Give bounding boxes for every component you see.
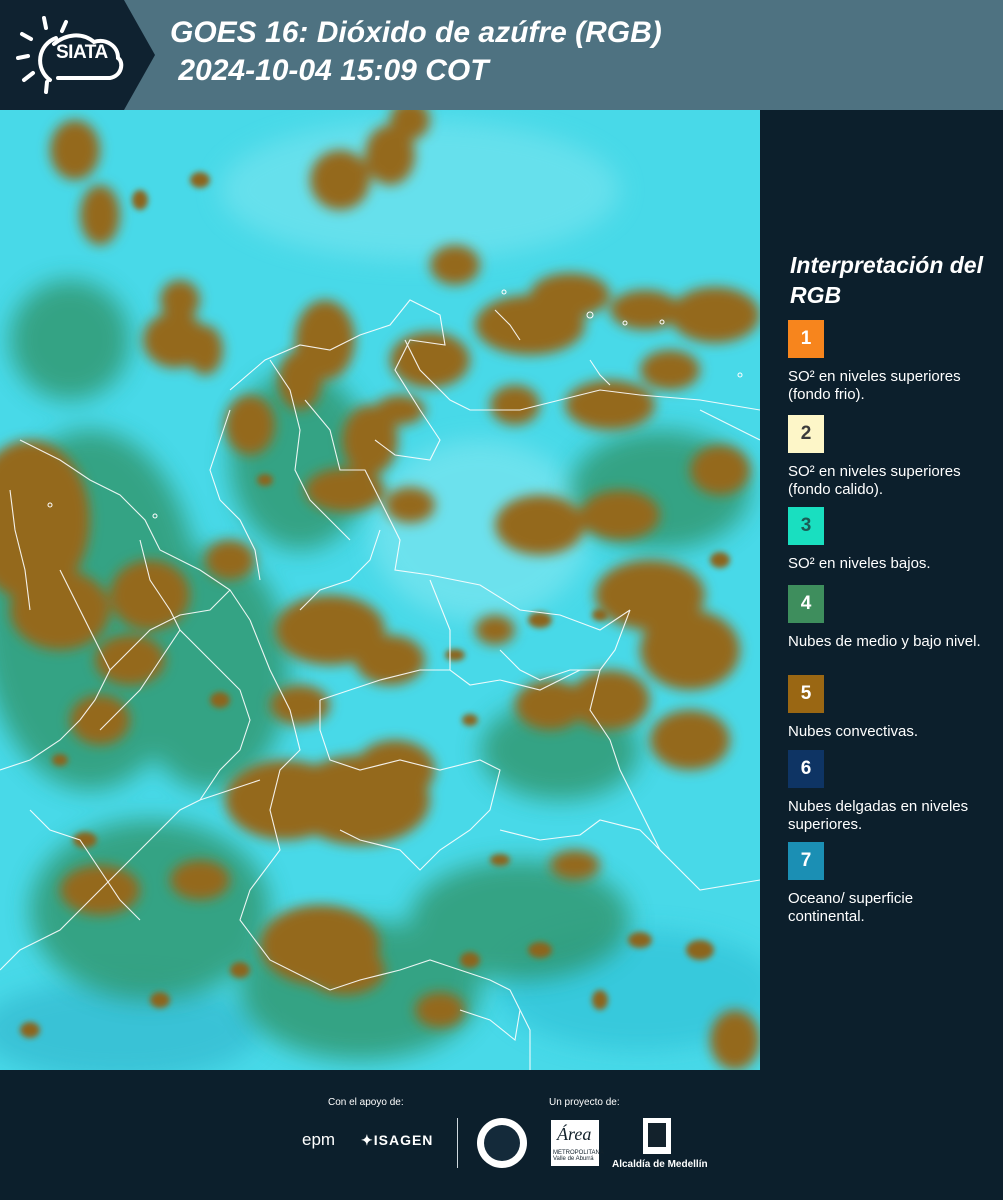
legend-swatch: 2 [788,415,824,453]
legend-item-7: 7 Oceano/ superficie continental. [788,842,993,928]
convective-cloud [530,273,610,317]
convective-cloud [230,962,250,978]
page-title: GOES 16: Dióxido de azúfre (RGB) 2024-10… [170,16,662,87]
convective-cloud [305,945,385,995]
legend-swatch: 6 [788,750,824,788]
legend-swatch: 1 [788,320,824,358]
convective-cloud [50,120,100,180]
convective-cloud [225,395,275,455]
convective-cloud [210,692,230,708]
satellite-map[interactable] [0,110,760,1070]
convective-cloud [460,952,480,968]
convective-cloud [670,287,760,343]
convective-cloud [187,325,223,375]
convective-cloud [565,380,655,430]
convective-cloud [640,610,740,690]
convective-cloud [310,150,370,210]
legend-panel: Interpretación del RGB 1 SO² en niveles s… [760,110,1003,1070]
convective-cloud [70,695,130,745]
convective-cloud [385,487,435,523]
convective-cloud [475,615,515,645]
legend-item-6: 6 Nubes delgadas en niveles superiores. [788,750,993,836]
siata-logo[interactable]: SIATA [0,0,155,110]
convective-cloud [495,495,585,555]
convective-cloud [205,540,255,580]
convective-cloud [20,1022,40,1038]
legend-item-5: 5 Nubes convectivas. [788,675,993,761]
convective-cloud [528,942,552,958]
medellin-seal-icon[interactable] [477,1118,527,1168]
convective-cloud [190,172,210,188]
convective-cloud [490,385,540,425]
convective-cloud [690,445,750,495]
convective-cloud [628,932,652,948]
convective-cloud [375,395,425,425]
convective-cloud [10,570,110,650]
area-metropolitana-logo[interactable]: Área METROPOLITANA Valle de Aburrá [551,1120,604,1166]
convective-cloud [592,609,608,621]
legend-label: SO² en niveles superiores (fondo calido)… [788,463,961,498]
logo-text: SIATA [56,42,108,63]
legend-item-1: 1 SO² en niveles superiores (fondo frio). [788,320,993,406]
convective-cloud [170,860,230,900]
legend-swatch: 3 [788,507,824,545]
convective-cloud [462,714,478,726]
legend-label: Nubes delgadas en niveles superiores. [788,798,969,833]
legend-swatch: 4 [788,585,824,623]
legend-label: Oceano/ superficie continental. [788,890,914,925]
legend-title: Interpretación del RGB [790,252,983,308]
convective-cloud [650,710,730,770]
convective-cloud [270,685,330,725]
convective-cloud [257,474,273,486]
footer: Con el apoyo de: Un proyecto de: epm ✦IS… [0,1070,1003,1200]
support-label: Con el apoyo de: [328,1097,404,1108]
convective-cloud [640,350,700,390]
convective-cloud [490,854,510,866]
convective-cloud [580,490,660,540]
convective-cloud [52,754,68,766]
convective-cloud [150,992,170,1008]
convective-cloud [415,992,465,1028]
convective-cloud [355,740,435,800]
alcaldia-shield-icon[interactable] [643,1118,671,1154]
legend-label: SO² en niveles superiores (fondo frio). [788,368,961,403]
convective-cloud [686,940,714,960]
alcaldia-label: Alcaldía de Medellín [612,1159,708,1170]
convective-cloud [515,680,585,730]
convective-cloud [110,560,190,630]
convective-cloud [73,832,97,848]
convective-cloud [430,245,480,285]
legend-item-3: 3 SO² en niveles bajos. [788,507,993,593]
header: SIATA GOES 16: Dióxido de azúfre (RGB) 2… [0,0,1003,110]
legend-swatch: 7 [788,842,824,880]
convective-cloud [160,280,200,320]
legend-item-4: 4 Nubes de medio y bajo nivel. [788,585,993,671]
convective-cloud [550,850,600,880]
legend-label: Nubes de medio y bajo nivel. [788,633,981,650]
convective-cloud [610,290,680,330]
convective-cloud [278,350,322,410]
convective-cloud [445,649,465,661]
isagen-logo[interactable]: ✦ISAGEN [361,1132,433,1149]
convective-cloud [80,185,120,245]
convective-cloud [710,1010,760,1070]
convective-cloud [305,468,385,512]
legend-item-2: 2 SO² en niveles superiores (fondo calido… [788,415,993,501]
footer-divider [457,1118,458,1168]
convective-cloud [528,612,552,628]
convective-cloud [710,552,730,568]
legend-swatch: 5 [788,675,824,713]
epm-logo[interactable]: epm [302,1130,335,1150]
project-label: Un proyecto de: [549,1097,620,1108]
convective-cloud [132,190,148,210]
convective-cloud [592,990,608,1010]
rgb-satellite-image [0,110,760,1070]
